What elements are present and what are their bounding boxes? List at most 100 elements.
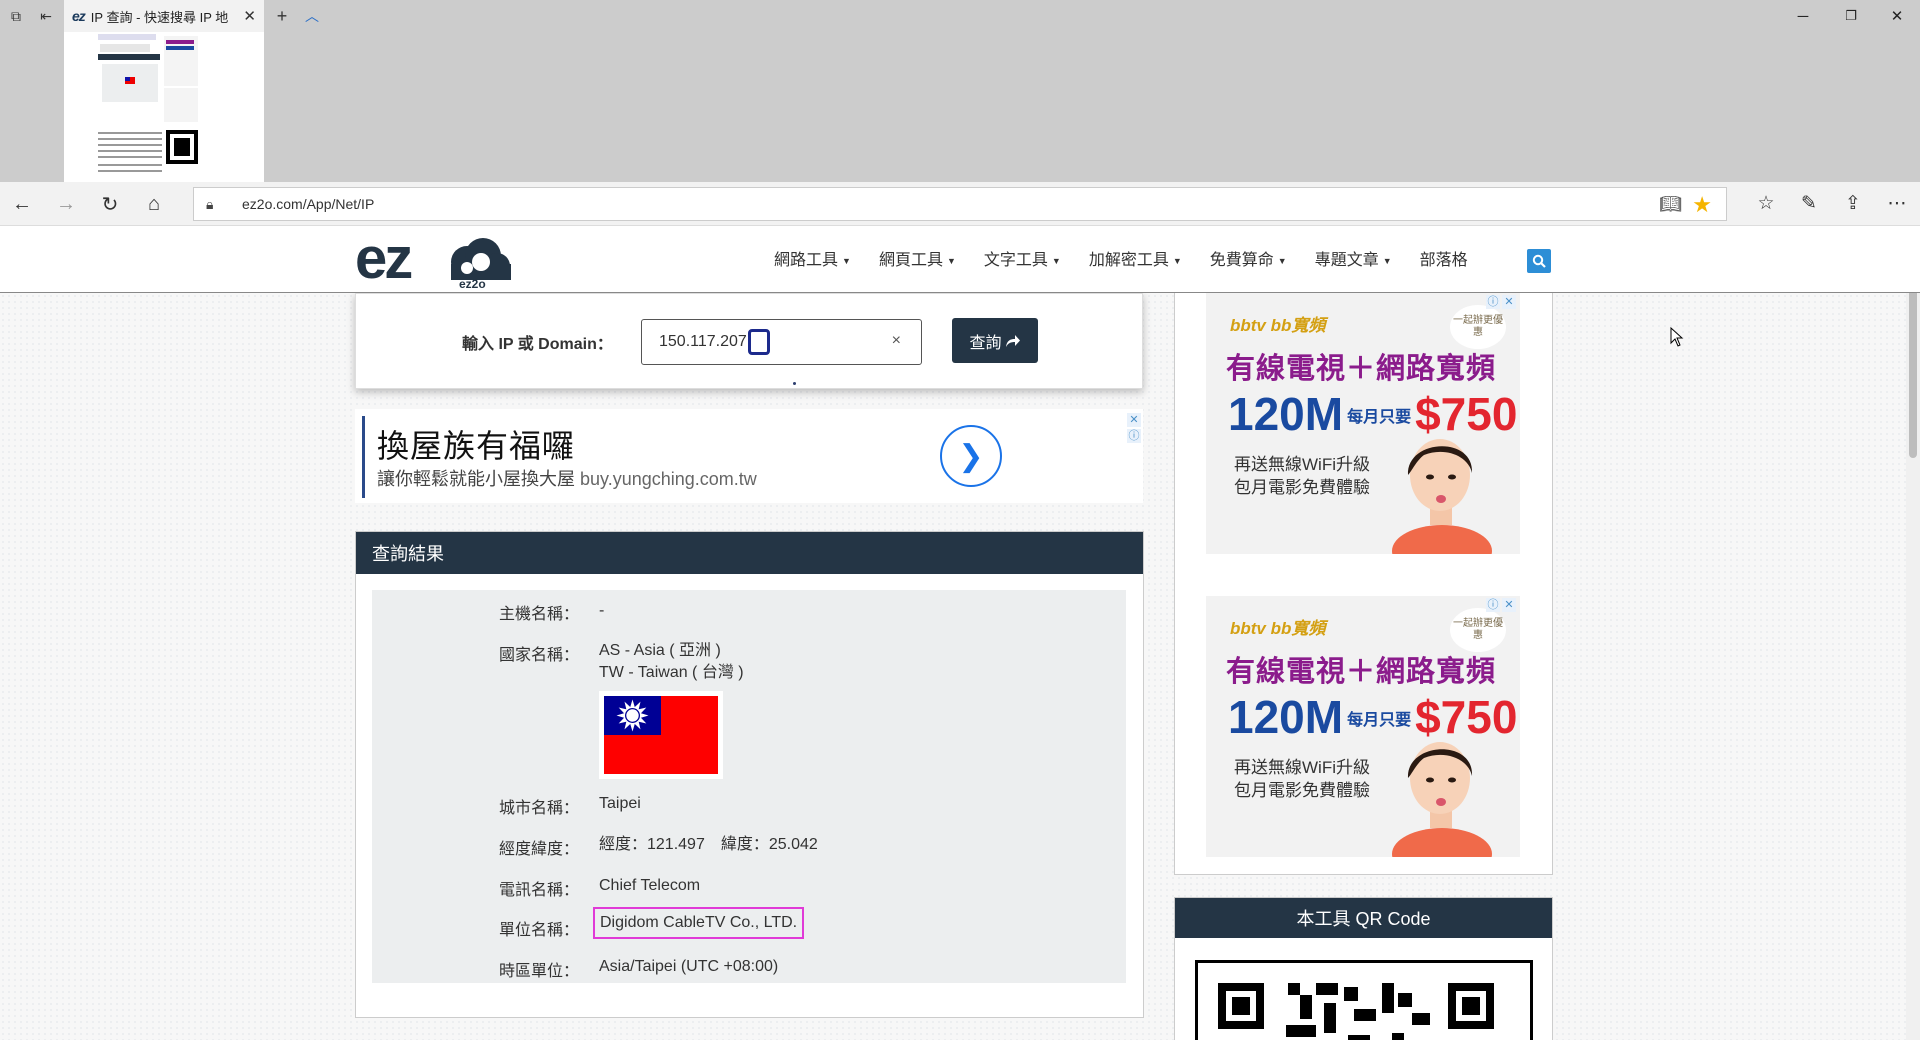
window-close-icon[interactable]: ✕ xyxy=(1874,4,1920,28)
menu-web-tools[interactable]: 網頁工具 ▼ xyxy=(865,246,970,270)
menu-label: 加解密工具 xyxy=(1088,252,1169,269)
qr-code-icon xyxy=(1218,983,1494,1040)
ad-close-icon[interactable]: ✕ xyxy=(1502,598,1516,612)
query-label: 輸入 IP 或 Domain： xyxy=(462,336,613,353)
query-submit-button[interactable]: 查詢 xyxy=(952,318,1038,363)
clear-input-icon[interactable]: × xyxy=(892,332,901,350)
ip-domain-input[interactable]: 150.117.207 × xyxy=(641,319,922,365)
favorites-list-icon[interactable]: ☆ xyxy=(1753,192,1779,215)
isp-label: 電訊名稱： xyxy=(498,882,579,899)
ad-line3: 再送無線WiFi升級 xyxy=(1234,758,1370,777)
ad-lines-3-4: 再送無線WiFi升級 包月電影免費體驗 xyxy=(1234,756,1370,802)
tab-actions-icon[interactable]: ⧉ xyxy=(6,6,26,26)
tab-preview-thumbnail[interactable] xyxy=(64,32,264,182)
reading-view-icon[interactable]: 📖︎ xyxy=(1659,194,1682,215)
close-tab-icon[interactable]: ✕ xyxy=(243,7,256,25)
caret-down-icon: ▼ xyxy=(1051,255,1061,266)
country-value: TW - Taiwan ( 台灣 ) xyxy=(599,664,744,681)
ad-info-icon[interactable]: ⓘ xyxy=(1486,295,1500,309)
restore-icon[interactable]: ❐ xyxy=(1828,4,1874,28)
text-advertisement[interactable]: 換屋族有福囉 讓你輕鬆就能小屋換大屋 buy.yungching.com.tw … xyxy=(355,409,1143,503)
banner-ad-2[interactable]: bbtv bb寬頻 一起辦更優惠 有線電視＋網路寬頻 120M 每月只要$750 … xyxy=(1206,596,1520,857)
loading-dot xyxy=(793,382,796,385)
ad-go-arrow-icon[interactable]: ❯ xyxy=(940,425,1002,487)
coords-label: 經度緯度： xyxy=(498,841,579,858)
site-search-button[interactable] xyxy=(1527,249,1551,273)
ad-close-icon[interactable]: ✕ xyxy=(1502,295,1516,309)
menu-network-tools[interactable]: 網路工具 ▼ xyxy=(760,246,865,270)
qr-code-panel: 本工具 QR Code xyxy=(1174,897,1553,1040)
menu-label: 部落格 xyxy=(1419,252,1468,269)
menu-crypto-tools[interactable]: 加解密工具 ▼ xyxy=(1075,246,1196,270)
svg-text:ez: ez xyxy=(355,228,411,290)
more-icon[interactable]: ⋯ xyxy=(1884,192,1910,215)
menu-articles[interactable]: 專題文章 ▼ xyxy=(1301,246,1406,270)
text-cursor-marker xyxy=(747,329,770,355)
ad-domain: buy.yungching.com.tw xyxy=(580,469,757,489)
ad-monthly: 每月只要 xyxy=(1347,712,1412,730)
share-arrow-icon xyxy=(1005,334,1020,347)
qr-code-image xyxy=(1195,960,1533,1040)
ad-info-icon[interactable]: ⓘ xyxy=(1127,429,1141,443)
result-details: 主機名稱： - 國家名稱： AS - Asia ( 亞洲 ) TW - Taiw… xyxy=(372,590,1126,983)
menu-label: 網路工具 xyxy=(774,252,839,269)
new-tab-icon[interactable]: + xyxy=(272,6,292,26)
search-icon xyxy=(1532,254,1546,268)
ad-headline[interactable]: 換屋族有福囉 xyxy=(377,421,575,467)
menu-label: 免費算命 xyxy=(1209,252,1274,269)
menu-text-tools[interactable]: 文字工具 ▼ xyxy=(970,246,1075,270)
query-result-panel: 查詢結果 主機名稱： - 國家名稱： AS - Asia ( 亞洲 ) TW -… xyxy=(355,531,1144,1018)
caret-down-icon: ▼ xyxy=(1172,255,1182,266)
city-label: 城市名稱： xyxy=(498,800,579,817)
caret-down-icon: ▼ xyxy=(946,255,956,266)
set-aside-tabs-icon[interactable]: ⇤ xyxy=(36,6,56,26)
ad-accent-bar xyxy=(362,416,365,498)
page-scrollbar[interactable] xyxy=(1906,226,1920,1040)
qr-title: 本工具 QR Code xyxy=(1175,898,1552,938)
host-value: - xyxy=(599,602,605,619)
favicon-icon: ez xyxy=(72,8,86,24)
ad-bubble: 一起辦更優惠 xyxy=(1450,608,1506,652)
ad-model-image xyxy=(1392,742,1492,857)
caret-down-icon: ▼ xyxy=(1382,255,1392,266)
share-icon[interactable]: ⇪ xyxy=(1840,192,1866,215)
menu-label: 文字工具 xyxy=(983,252,1048,269)
home-icon[interactable]: ⌂ xyxy=(140,190,168,218)
url-text: ez2o.com/App/Net/IP xyxy=(242,196,375,212)
chevron-up-icon[interactable]: ︿ xyxy=(302,6,322,26)
country-label: 國家名稱： xyxy=(498,647,579,664)
refresh-icon[interactable]: ↻ xyxy=(96,190,124,218)
ez2o-logo[interactable]: ez ez2o xyxy=(355,226,515,291)
query-button-label: 查詢 xyxy=(969,334,1002,352)
ad-info-icon[interactable]: ⓘ xyxy=(1486,598,1500,612)
address-bar-row: ← → ↻ ⌂ 🔒︎ ez2o.com/App/Net/IP 📖︎ ★ ☆ ✎ … xyxy=(0,182,1920,226)
url-field[interactable]: 🔒︎ ez2o.com/App/Net/IP 📖︎ ★ xyxy=(193,187,1727,221)
ad-bubble: 一起辦更優惠 xyxy=(1450,305,1506,349)
ad-brand: bbtv bb寬頻 xyxy=(1230,316,1326,335)
menu-blog[interactable]: 部落格 xyxy=(1406,246,1482,270)
favorite-star-icon[interactable]: ★ xyxy=(1692,192,1712,218)
ad-close-icon[interactable]: ✕ xyxy=(1127,413,1141,427)
site-header: ez ez2o 網路工具 ▼ 網頁工具 ▼ 文字工具 ▼ 加解密工具 ▼ 免費算命 ▼ 專… xyxy=(0,226,1920,293)
org-value: Digidom CableTV Co., LTD. xyxy=(593,907,805,939)
forward-icon[interactable]: → xyxy=(52,190,80,218)
tab-title: IP 查詢 - 快速搜尋 IP 地 xyxy=(90,9,229,25)
org-label: 單位名稱： xyxy=(498,922,579,939)
minimize-icon[interactable]: ─ xyxy=(1780,4,1826,28)
menu-fortune[interactable]: 免費算命 ▼ xyxy=(1196,246,1301,270)
ad-speed: 120M xyxy=(1228,388,1344,440)
lock-icon: 🔒︎ xyxy=(206,195,214,212)
scrollbar-thumb[interactable] xyxy=(1909,268,1917,458)
ad-subline[interactable]: 讓你輕鬆就能小屋換大屋 buy.yungching.com.tw xyxy=(377,465,757,491)
browser-tab-bar: ⧉ ⇤ ez IP 查詢 - 快速搜尋 IP 地 ✕ + ︿ ─ ❐ ✕ xyxy=(0,0,1920,182)
timezone-value: Asia/Taipei (UTC +08:00) xyxy=(599,958,779,975)
coords-value: 經度：121.497 緯度：25.042 xyxy=(599,836,818,853)
ip-query-form: 輸入 IP 或 Domain： 150.117.207 × 查詢 xyxy=(355,293,1143,389)
pen-icon[interactable]: ✎ xyxy=(1796,192,1822,215)
browser-tab-active[interactable]: ez IP 查詢 - 快速搜尋 IP 地 ✕ xyxy=(64,0,264,32)
taiwan-flag xyxy=(599,691,723,779)
banner-ad-1[interactable]: bbtv bb寬頻 一起辦更優惠 有線電視＋網路寬頻 120M 每月只要$750 … xyxy=(1206,293,1520,554)
timezone-label: 時區單位： xyxy=(498,963,579,980)
back-icon[interactable]: ← xyxy=(8,190,36,218)
menu-label: 網頁工具 xyxy=(878,252,943,269)
